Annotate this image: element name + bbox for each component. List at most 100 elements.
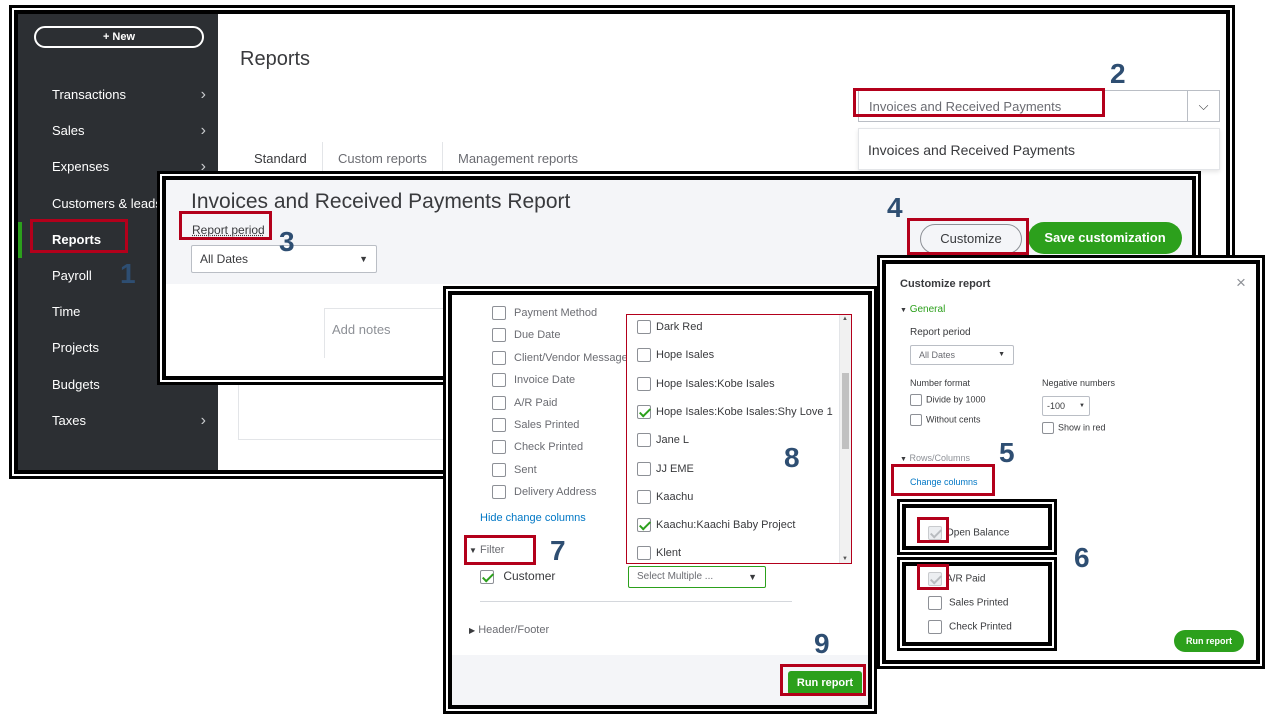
without-cents-row: Without cents xyxy=(910,414,981,426)
customer-checkbox[interactable] xyxy=(637,376,651,391)
scrollbar-thumb[interactable] xyxy=(842,373,849,449)
customer-checkbox[interactable] xyxy=(637,518,651,533)
new-button[interactable]: + New xyxy=(34,26,204,48)
tab-label: Management reports xyxy=(458,151,578,166)
column-label: Sales Printed xyxy=(514,419,580,431)
column-checkbox[interactable] xyxy=(492,395,506,410)
customer-dropdown-list[interactable]: Dark Red Hope Isales Hope Isales:Kobe Isal… xyxy=(626,314,852,564)
tab-custom-reports[interactable]: Custom reports xyxy=(338,151,427,166)
header-footer-toggle[interactable]: ▶ Header/Footer xyxy=(469,624,549,636)
chevron-right-icon: › xyxy=(200,411,206,429)
negative-numbers-select[interactable]: -100 ▼ xyxy=(1042,396,1090,416)
column-option[interactable]: Client/Vendor Message xyxy=(492,350,628,370)
hide-change-columns-link[interactable]: Hide change columns xyxy=(480,512,586,524)
tab-management-reports[interactable]: Management reports xyxy=(458,151,578,166)
callout-4: 4 xyxy=(887,192,903,223)
customer-checkbox[interactable] xyxy=(637,546,651,561)
save-label: Save customization xyxy=(1044,230,1166,245)
add-notes-field[interactable]: Add notes xyxy=(332,322,391,337)
customer-checkbox[interactable] xyxy=(637,404,651,419)
customer-option[interactable]: Kaachu:Kaachi Baby Project xyxy=(637,517,795,539)
customer-option[interactable]: Hope Isales:Kobe Isales:Shy Love 1 xyxy=(637,404,833,426)
column-checkbox[interactable] xyxy=(492,350,506,365)
highlight-filter xyxy=(464,535,536,565)
column-checkbox[interactable] xyxy=(492,306,506,321)
page-title: Reports xyxy=(240,48,311,70)
customer-option-label: Hope Isales xyxy=(656,349,715,362)
report-body-remnant xyxy=(238,384,448,440)
highlight-report-period xyxy=(179,211,272,240)
highlight-run-report xyxy=(780,664,866,696)
show-red-checkbox[interactable] xyxy=(1042,422,1054,434)
customer-option[interactable]: Dark Red xyxy=(637,319,702,341)
callout-3: 3 xyxy=(279,226,295,257)
chevron-down-icon[interactable]: ⌵ xyxy=(1187,91,1219,121)
customer-option[interactable]: Klent xyxy=(637,545,681,563)
column-option[interactable]: Due Date xyxy=(492,327,560,347)
column-checkbox[interactable] xyxy=(492,440,506,455)
highlight-open-balance xyxy=(917,517,949,543)
general-toggle[interactable]: ▼ General xyxy=(900,304,945,315)
customer-option[interactable]: Jane L xyxy=(637,432,689,454)
column-checkbox[interactable] xyxy=(492,328,506,343)
sidebar-item[interactable]: Transactions › xyxy=(18,77,218,113)
callout-1: 1 xyxy=(120,258,136,289)
cp-period-value: All Dates xyxy=(919,350,956,360)
column-checkbox[interactable] xyxy=(492,418,506,433)
customer-checkbox[interactable] xyxy=(637,348,651,363)
customer-checkbox[interactable] xyxy=(637,461,651,476)
tab-divider xyxy=(442,142,443,174)
column-option[interactable]: Sales Printed xyxy=(492,417,579,437)
cp-run-report-button[interactable]: Run report xyxy=(1174,630,1244,652)
scroll-up-icon[interactable]: ▲ xyxy=(842,316,848,322)
rows-columns-toggle[interactable]: ▼ Rows/Columns xyxy=(900,453,970,463)
column-checkbox[interactable] xyxy=(492,373,506,388)
close-icon[interactable]: × xyxy=(1236,273,1246,293)
customer-option[interactable]: Hope Isales:Kobe Isales xyxy=(637,376,775,398)
highlight-search xyxy=(853,88,1105,117)
divide-checkbox[interactable] xyxy=(910,394,922,406)
cp-run-report-label: Run report xyxy=(1186,636,1232,646)
customer-option[interactable]: JJ EME xyxy=(637,461,694,483)
column-option[interactable]: Delivery Address xyxy=(492,484,597,504)
customer-select-value: Select Multiple ... xyxy=(637,571,714,582)
column-option[interactable]: A/R Paid xyxy=(492,395,557,415)
divide-row: Divide by 1000 xyxy=(910,394,986,406)
without-cents-checkbox[interactable] xyxy=(910,414,922,426)
rows-columns-label: Rows/Columns xyxy=(909,453,970,463)
column-option[interactable]: Sent xyxy=(492,462,537,482)
sidebar-item[interactable]: Taxes › xyxy=(18,403,218,439)
highlight-ar-paid xyxy=(917,564,949,590)
tab-label: Custom reports xyxy=(338,151,427,166)
customer-filter-checkbox[interactable] xyxy=(480,569,494,584)
negative-numbers-value: -100 xyxy=(1047,401,1066,411)
scrollbar[interactable]: ▲ ▼ xyxy=(839,315,851,563)
caret-down-icon: ▼ xyxy=(748,572,757,582)
callout-7: 7 xyxy=(550,535,566,566)
negative-numbers-label: Negative numbers xyxy=(1042,378,1116,388)
scroll-down-icon[interactable]: ▼ xyxy=(842,556,848,562)
column-checkbox[interactable] xyxy=(492,485,506,500)
cp-period-select[interactable]: All Dates ▼ xyxy=(910,345,1014,365)
header-footer-label: Header/Footer xyxy=(478,624,550,636)
search-suggestion[interactable]: Invoices and Received Payments xyxy=(858,128,1220,170)
customer-checkbox[interactable] xyxy=(637,320,651,335)
column-option[interactable]: Check Printed xyxy=(492,439,583,459)
sidebar-item[interactable]: Sales › xyxy=(18,113,218,149)
column-option[interactable]: Invoice Date xyxy=(492,372,575,392)
caret-down-icon: ▼ xyxy=(998,351,1005,358)
customer-checkbox[interactable] xyxy=(637,489,651,504)
tab-standard[interactable]: Standard xyxy=(254,151,307,166)
caret-down-icon: ▼ xyxy=(1079,403,1085,409)
caret-down-icon: ▼ xyxy=(900,307,907,314)
customize-panel-title: Customize report xyxy=(900,278,991,290)
column-checkbox[interactable] xyxy=(492,462,506,477)
customer-select[interactable]: Select Multiple ... ▼ xyxy=(628,566,766,588)
customer-option-label: Dark Red xyxy=(656,321,703,333)
customer-checkbox[interactable] xyxy=(637,433,651,448)
column-option[interactable]: Payment Method xyxy=(492,305,597,325)
callout-6: 6 xyxy=(1074,542,1090,573)
customer-option[interactable]: Kaachu xyxy=(637,489,693,511)
customer-option[interactable]: Hope Isales xyxy=(637,347,714,369)
save-customization-button[interactable]: Save customization xyxy=(1028,222,1182,254)
